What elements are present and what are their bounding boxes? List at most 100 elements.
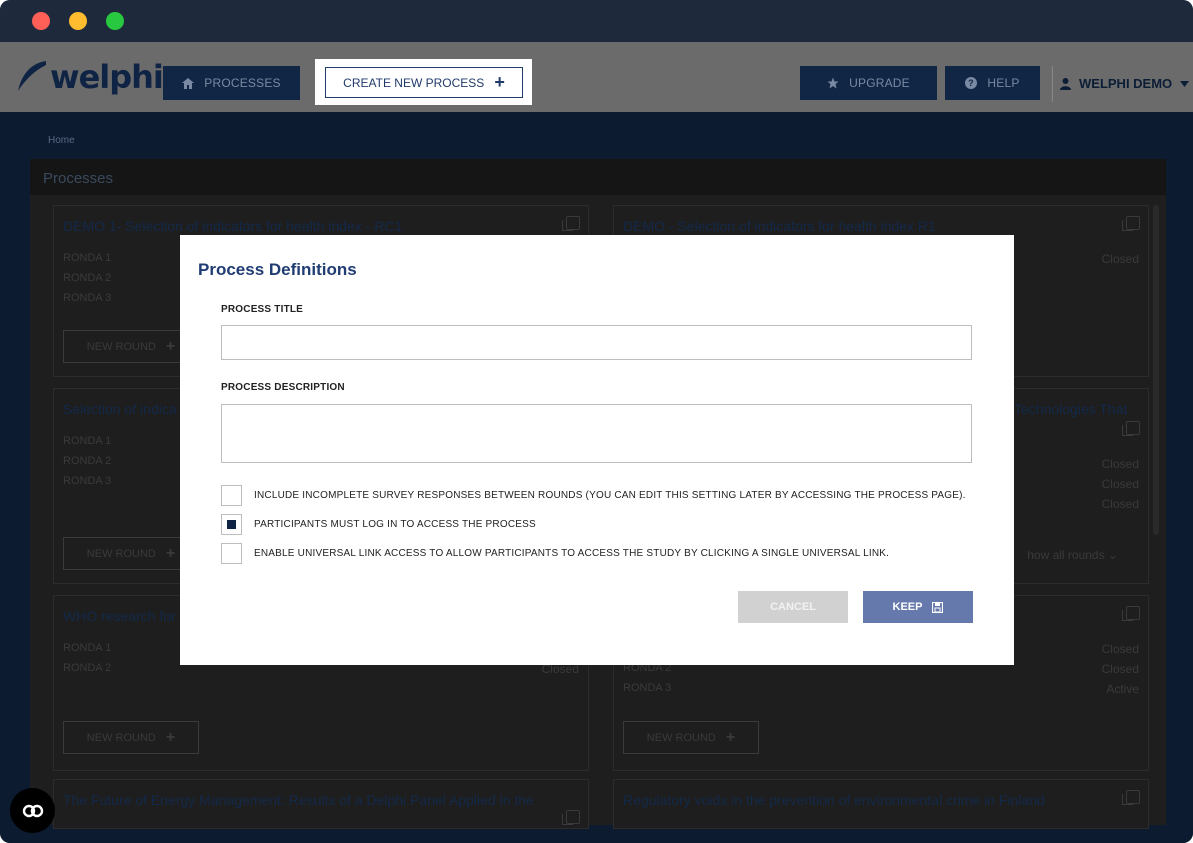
- copy-icon[interactable]: [562, 810, 580, 825]
- save-icon: [932, 601, 944, 613]
- question-icon: ?: [965, 77, 978, 89]
- must-log-in-label: PARTICIPANTS MUST LOG IN TO ACCESS THE P…: [254, 519, 536, 530]
- round-status: Closed: [1101, 642, 1139, 656]
- plus-icon: +: [494, 72, 505, 92]
- copy-icon[interactable]: [1122, 216, 1140, 231]
- svg-text:?: ?: [969, 78, 975, 88]
- round-status: Closed: [1101, 662, 1139, 676]
- process-card: Regulatory voids in the prevention of en…: [613, 779, 1149, 829]
- show-all-rounds-label: how all rounds: [1027, 548, 1105, 562]
- home-icon: [182, 77, 195, 89]
- chevron-down-icon: [1180, 80, 1190, 87]
- copy-icon[interactable]: [562, 216, 580, 231]
- round-label[interactable]: RONDA 2: [63, 662, 111, 674]
- universal-link-label: ENABLE UNIVERSAL LINK ACCESS TO ALLOW PA…: [254, 548, 890, 559]
- top-nav-bar: welphi PROCESSES CREATE NEW PROCESS + UP…: [0, 42, 1193, 112]
- create-process-highlight: CREATE NEW PROCESS +: [315, 59, 532, 105]
- welphi-logo[interactable]: welphi: [14, 52, 164, 102]
- round-label[interactable]: RONDA 3: [63, 292, 111, 304]
- process-card-title[interactable]: WHO research for: [63, 608, 176, 624]
- minimize-window-button[interactable]: [69, 12, 87, 30]
- show-all-rounds-link[interactable]: how all rounds ⌄: [1027, 548, 1118, 562]
- nav-help-label: HELP: [987, 76, 1020, 90]
- new-round-label: NEW ROUND: [646, 731, 716, 744]
- app-window: welphi PROCESSES CREATE NEW PROCESS + UP…: [0, 0, 1193, 843]
- new-round-label: NEW ROUND: [86, 731, 156, 744]
- nav-processes-label: PROCESSES: [204, 76, 281, 90]
- copy-icon[interactable]: [1122, 421, 1140, 436]
- round-status: Closed: [1101, 252, 1139, 266]
- new-round-button[interactable]: NEW ROUND +: [623, 721, 759, 754]
- process-title-label: PROCESS TITLE: [221, 304, 304, 315]
- round-label[interactable]: RONDA 2: [63, 272, 111, 284]
- logo-text: welphi: [50, 58, 164, 96]
- create-new-process-button[interactable]: CREATE NEW PROCESS +: [325, 67, 523, 98]
- plus-icon: +: [165, 337, 176, 355]
- scrollbar[interactable]: [1153, 205, 1159, 535]
- chat-icon: [22, 804, 43, 817]
- process-card-title[interactable]: Technologies That: [1014, 401, 1127, 417]
- title-bar: [0, 0, 1193, 42]
- round-label[interactable]: RONDA 2: [63, 455, 111, 467]
- process-card-title[interactable]: Regulatory voids in the prevention of en…: [623, 792, 1045, 808]
- process-description-textarea[interactable]: [221, 404, 972, 463]
- process-description-label: PROCESS DESCRIPTION: [221, 382, 345, 393]
- cancel-label: CANCEL: [770, 601, 816, 613]
- nav-upgrade-button[interactable]: UPGRADE: [800, 66, 937, 100]
- universal-link-checkbox[interactable]: [221, 543, 242, 564]
- maximize-window-button[interactable]: [106, 12, 124, 30]
- plus-icon: +: [165, 544, 176, 562]
- process-card: The Future of Energy Management: Results…: [53, 779, 589, 829]
- modal-title: Process Definitions: [198, 260, 357, 279]
- user-separator: [1052, 66, 1053, 102]
- plus-icon: +: [725, 728, 736, 746]
- processes-panel-header: Processes: [30, 159, 1166, 195]
- processes-panel-title: Processes: [43, 170, 114, 187]
- round-label[interactable]: RONDA 3: [623, 682, 671, 694]
- round-status: Closed: [1101, 457, 1139, 471]
- option-universal-link: ENABLE UNIVERSAL LINK ACCESS TO ALLOW PA…: [221, 543, 889, 564]
- copy-icon[interactable]: [1122, 606, 1140, 621]
- process-card-title[interactable]: DEMO - Selection of indicators for healt…: [623, 218, 936, 234]
- option-include-incomplete: INCLUDE INCOMPLETE SURVEY RESPONSES BETW…: [221, 485, 966, 506]
- star-icon: [827, 77, 839, 89]
- copy-icon[interactable]: [1122, 790, 1140, 805]
- include-incomplete-checkbox[interactable]: [221, 485, 242, 506]
- option-must-log-in: PARTICIPANTS MUST LOG IN TO ACCESS THE P…: [221, 514, 536, 535]
- nav-upgrade-label: UPGRADE: [849, 76, 910, 90]
- checkbox-checked-mark: [227, 520, 236, 529]
- must-log-in-checkbox[interactable]: [221, 514, 242, 535]
- new-round-label: NEW ROUND: [86, 340, 156, 353]
- process-card-title[interactable]: The Future of Energy Management: Results…: [63, 792, 534, 808]
- breadcrumb[interactable]: Home: [48, 135, 75, 146]
- user-menu[interactable]: WELPHI DEMO: [1060, 76, 1190, 91]
- round-label[interactable]: RONDA 1: [63, 642, 111, 654]
- chat-widget-button[interactable]: [10, 788, 55, 833]
- create-new-process-label: CREATE NEW PROCESS: [343, 75, 485, 90]
- new-round-label: NEW ROUND: [86, 547, 156, 560]
- close-window-button[interactable]: [32, 12, 50, 30]
- process-title-input[interactable]: [221, 325, 972, 360]
- process-card-title[interactable]: Selection of indica: [63, 401, 177, 417]
- keep-label: KEEP: [892, 601, 923, 613]
- process-card-title[interactable]: DEMO 1- Selection of indicators for heal…: [63, 218, 402, 234]
- user-name: WELPHI DEMO: [1079, 76, 1173, 91]
- process-definitions-modal: Process Definitions PROCESS TITLE PROCES…: [180, 235, 1014, 665]
- include-incomplete-label: INCLUDE INCOMPLETE SURVEY RESPONSES BETW…: [254, 490, 966, 501]
- cancel-button[interactable]: CANCEL: [738, 591, 848, 623]
- keep-button[interactable]: KEEP: [863, 591, 973, 623]
- logo-swoosh-icon: [18, 61, 46, 91]
- round-status: Closed: [1101, 477, 1139, 491]
- plus-icon: +: [165, 728, 176, 746]
- round-label[interactable]: RONDA 1: [63, 435, 111, 447]
- nav-help-button[interactable]: ? HELP: [945, 66, 1040, 100]
- user-icon: [1060, 77, 1071, 90]
- new-round-button[interactable]: NEW ROUND +: [63, 721, 199, 754]
- round-label[interactable]: RONDA 1: [63, 252, 111, 264]
- round-label[interactable]: RONDA 3: [63, 475, 111, 487]
- new-round-button[interactable]: NEW ROUND +: [63, 537, 199, 570]
- new-round-button[interactable]: NEW ROUND +: [63, 330, 199, 363]
- nav-processes-button[interactable]: PROCESSES: [163, 66, 300, 100]
- round-status: Closed: [1101, 497, 1139, 511]
- round-status: Active: [1106, 682, 1139, 696]
